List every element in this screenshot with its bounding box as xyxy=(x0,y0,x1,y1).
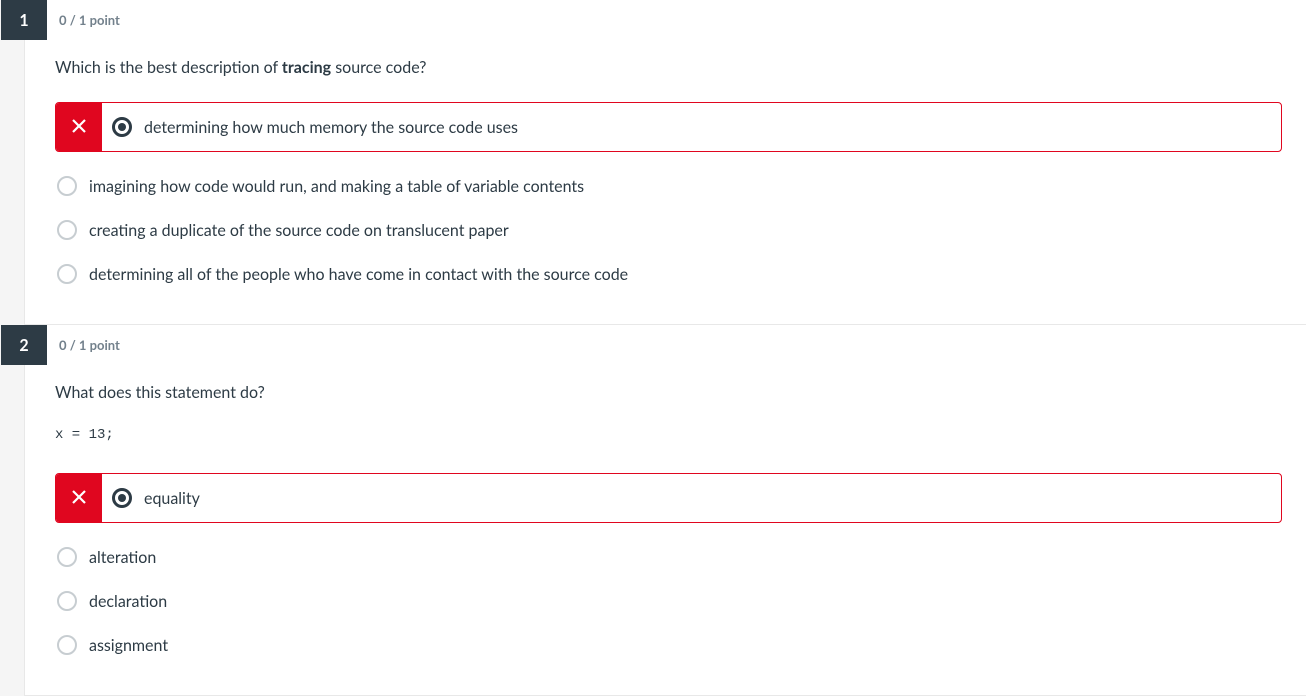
answer-option[interactable]: creating a duplicate of the source code … xyxy=(55,214,1282,246)
question-block: 1 0 / 1 point Which is the best descript… xyxy=(25,0,1306,325)
question-header: 1 0 / 1 point xyxy=(25,0,1306,40)
question-block: 2 0 / 1 point What does this statement d… xyxy=(25,325,1306,696)
question-points: 0 / 1 point xyxy=(59,12,120,28)
question-prompt: What does this statement do? xyxy=(55,381,1282,405)
answer-text: determining all of the people who have c… xyxy=(89,265,628,284)
radio-unselected xyxy=(57,264,77,284)
answer-text: assignment xyxy=(89,636,168,655)
answer-option[interactable]: determining all of the people who have c… xyxy=(55,258,1282,290)
answer-option[interactable]: imagining how code would run, and making… xyxy=(55,170,1282,202)
answer-option[interactable]: declaration xyxy=(55,585,1282,617)
radio-unselected xyxy=(57,635,77,655)
answer-text: creating a duplicate of the source code … xyxy=(89,221,509,240)
code-snippet: x = 13; xyxy=(55,427,1282,443)
question-number: 2 xyxy=(1,325,47,365)
radio-selected xyxy=(112,488,132,508)
question-points: 0 / 1 point xyxy=(59,337,120,353)
answer-option[interactable]: assignment xyxy=(55,629,1282,661)
answer-text: determining how much memory the source c… xyxy=(144,118,518,137)
answer-text: declaration xyxy=(89,592,167,611)
answer-option[interactable]: alteration xyxy=(55,541,1282,573)
question-header: 2 0 / 1 point xyxy=(25,325,1306,365)
question-body: Which is the best description of tracing… xyxy=(25,40,1306,290)
prompt-bold: tracing xyxy=(282,58,331,77)
radio-unselected xyxy=(57,220,77,240)
radio-unselected xyxy=(57,547,77,567)
answer-text: imagining how code would run, and making… xyxy=(89,177,584,196)
answer-selected-incorrect[interactable]: determining how much memory the source c… xyxy=(55,102,1282,152)
question-body: What does this statement do? x = 13; equ… xyxy=(25,365,1306,661)
radio-selected xyxy=(112,117,132,137)
incorrect-badge xyxy=(56,474,102,522)
prompt-text: Which is the best description of xyxy=(55,58,282,77)
close-icon xyxy=(72,118,86,137)
prompt-text: What does this statement do? xyxy=(55,383,265,402)
question-number: 1 xyxy=(1,0,47,40)
close-icon xyxy=(72,489,86,508)
answer-selected-incorrect[interactable]: equality xyxy=(55,473,1282,523)
incorrect-badge xyxy=(56,103,102,151)
radio-unselected xyxy=(57,591,77,611)
quiz-container: 1 0 / 1 point Which is the best descript… xyxy=(24,0,1306,696)
question-prompt: Which is the best description of tracing… xyxy=(55,56,1282,80)
prompt-text: source code? xyxy=(331,58,426,77)
answer-text: alteration xyxy=(89,548,156,567)
answer-text: equality xyxy=(144,489,200,508)
radio-unselected xyxy=(57,176,77,196)
